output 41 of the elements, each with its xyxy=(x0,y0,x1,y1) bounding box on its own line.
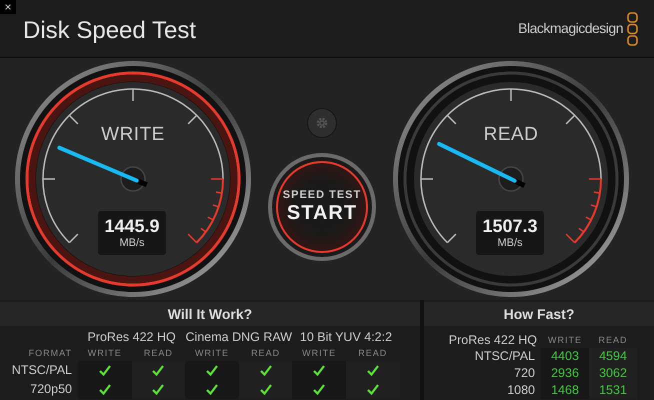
settings-icon xyxy=(315,116,329,130)
column-heading: WRITE xyxy=(86,347,123,360)
column-heading: FORMAT xyxy=(28,347,73,360)
logo-squares-icon xyxy=(627,12,638,46)
column-heading: WRITE xyxy=(547,334,583,347)
column-heading: WRITE xyxy=(301,347,338,360)
brand-logo-text: Blackmagicdesign xyxy=(518,19,623,38)
codec-heading: ProRes 422 HQ xyxy=(448,332,538,348)
format-label: NTSC/PAL xyxy=(10,362,73,379)
panel-title: How Fast? xyxy=(424,302,654,326)
codec-heading: 10 Bit YUV 4:2:2 xyxy=(298,330,394,345)
gauge-label: READ xyxy=(482,123,540,147)
speed-value: 1507.3 xyxy=(482,216,538,236)
table-cell: 4403 xyxy=(541,348,589,365)
table-cell: 3062 xyxy=(589,365,637,382)
panel-title: Will It Work? xyxy=(0,302,420,326)
window-title: Disk Speed Test xyxy=(23,16,196,46)
table-cell: 1531 xyxy=(589,382,637,399)
start-button[interactable]: SPEED TEST START xyxy=(268,152,376,260)
table-cell: 1468 xyxy=(541,382,589,399)
settings-button[interactable] xyxy=(307,108,337,138)
column-heading: READ xyxy=(597,334,628,347)
column-heading: READ xyxy=(357,347,388,360)
format-label: NTSC/PAL xyxy=(474,348,536,365)
format-label: 720p50 xyxy=(29,381,73,398)
table-cell: 2936 xyxy=(541,365,589,382)
column-heading: READ xyxy=(250,347,282,360)
speed-unit: MB/s xyxy=(119,236,145,250)
codec-heading: ProRes 422 HQ xyxy=(86,330,177,345)
button-caption: SPEED TEST xyxy=(282,189,362,202)
gauge-label: WRITE xyxy=(100,123,166,147)
column-heading: READ xyxy=(142,347,174,360)
table-cell: 4594 xyxy=(589,348,637,365)
format-label: 1080 xyxy=(506,382,536,399)
button-label: START xyxy=(286,202,358,224)
speed-value: 1445.9 xyxy=(104,216,160,236)
format-label: 720 xyxy=(513,365,536,382)
speed-unit: MB/s xyxy=(497,236,523,250)
close-button[interactable]: × xyxy=(0,0,16,14)
codec-heading: Cinema DNG RAW xyxy=(185,330,292,345)
column-heading: WRITE xyxy=(194,347,230,360)
